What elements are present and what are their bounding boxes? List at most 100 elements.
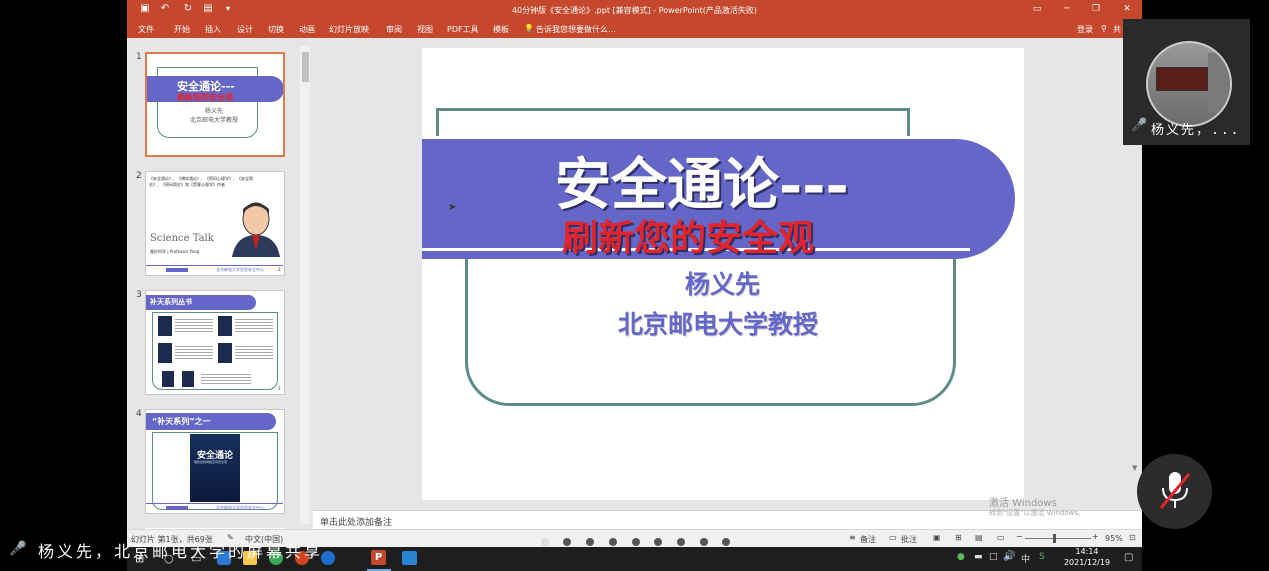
notification-icon[interactable]: ▢ <box>1124 552 1133 563</box>
powerpoint-taskbar-icon[interactable]: P <box>371 550 386 565</box>
tray-icon[interactable]: □ <box>989 552 998 562</box>
sign-in-link[interactable]: 登录 <box>1077 24 1093 35</box>
app-icon[interactable] <box>321 551 335 565</box>
tab-review[interactable]: 审阅 <box>386 24 402 35</box>
participant-name: 杨义先，... <box>1151 123 1241 138</box>
volume-icon[interactable]: 🔊 <box>1003 551 1015 562</box>
page-dot[interactable] <box>586 538 594 546</box>
tab-file[interactable]: 文件 <box>138 24 154 35</box>
slide-thumbnail-2[interactable]: 《安全通论》、《博弈通论》、《密码心理学》、《安全简史》、《密码简史》和《黑客心… <box>145 171 285 276</box>
thumb-header: 补天系列丛书 <box>150 298 192 306</box>
reading-view-icon[interactable]: ▤ <box>975 533 983 542</box>
slide-author: 杨义先 <box>685 270 761 299</box>
thumb-subtitle: 刷新您的安全观 <box>177 93 233 102</box>
thumb-page: 3 <box>278 386 281 391</box>
taskbar-date[interactable]: 2021/12/19 <box>1055 558 1119 567</box>
scrollbar-thumb[interactable] <box>302 52 309 82</box>
comments-icon: ▭ <box>889 533 897 542</box>
page-dot[interactable] <box>654 538 662 546</box>
fit-slide-icon[interactable]: ⊡ <box>1129 533 1136 542</box>
tab-insert[interactable]: 插入 <box>205 24 221 35</box>
participant-avatar <box>1146 41 1232 127</box>
thumb-footer: 北京邮电大学信息安全中心 <box>216 505 264 510</box>
tab-home[interactable]: 开始 <box>174 24 190 35</box>
share-button[interactable]: 共 <box>1113 24 1121 35</box>
taskbar-time[interactable]: 14:14 <box>1067 547 1107 556</box>
slide-sorter-icon[interactable]: ⊞ <box>955 533 962 542</box>
participant-video-tile[interactable]: 🎤 杨义先，... <box>1123 19 1250 145</box>
zoom-level[interactable]: 95% <box>1105 534 1123 543</box>
thumbnail-scrollbar[interactable] <box>300 46 310 524</box>
activation-watermark-title: 激活 Windows <box>989 498 1057 509</box>
page-dot[interactable] <box>722 538 730 546</box>
mouse-cursor-icon: ➤ <box>448 202 457 213</box>
zoom-slider[interactable] <box>1025 538 1091 539</box>
thumb-brand: Science Talk <box>150 233 214 244</box>
tab-animations[interactable]: 动画 <box>299 24 315 35</box>
slide-canvas[interactable]: 安全通论--- 刷新您的安全观 杨义先 北京邮电大学教授 ➤ <box>422 48 1024 500</box>
scroll-down-icon[interactable]: ▼ <box>1132 464 1137 472</box>
tray-icon[interactable]: S <box>1039 552 1045 562</box>
thumb-affiliation: 北京邮电大学教授 <box>190 117 239 124</box>
tell-me-search[interactable]: 告诉我您想要做什么... <box>536 24 616 35</box>
zoom-out-icon[interactable]: − <box>1016 532 1023 541</box>
slide-thumbnail-3[interactable]: 补天系列丛书 3 <box>145 290 285 395</box>
ime-icon[interactable]: 中 <box>1021 552 1030 565</box>
page-dot[interactable] <box>677 538 685 546</box>
thumb-number: 2 <box>136 171 142 181</box>
ribbon-display-icon[interactable]: ▭ <box>1030 2 1044 16</box>
page-dot-active[interactable] <box>541 538 549 546</box>
book-subtitle: 刷新您的网络空间安全观 <box>194 460 228 464</box>
wechat-tray-icon[interactable]: ● <box>957 552 965 562</box>
book-cover <box>190 434 240 502</box>
ribbon-tabs: 文件 开始 插入 设计 切换 动画 幻灯片放映 审阅 视图 PDF工具 模板 💡… <box>127 20 1142 38</box>
network-icon[interactable]: ▬ <box>974 552 983 562</box>
frame-top <box>436 108 910 136</box>
zoom-in-icon[interactable]: + <box>1092 532 1099 541</box>
page-dot[interactable] <box>700 538 708 546</box>
person-icon: ⚲ <box>1101 24 1107 33</box>
mic-muted-icon <box>1159 472 1191 509</box>
powerpoint-window: ▣ ↶ ↻ ▤ ▾ 40分钟版《安全通论》.ppt [兼容模式] - Power… <box>127 0 1142 547</box>
thumb-author: 杨义先 <box>205 108 224 115</box>
tab-view[interactable]: 视图 <box>417 24 433 35</box>
notes-toggle[interactable]: 备注 <box>860 534 876 545</box>
window-title: 40分钟版《安全通论》.ppt [兼容模式] - PowerPoint(产品激活… <box>511 6 758 15</box>
minimize-icon[interactable]: ─ <box>1060 2 1074 16</box>
tab-transitions[interactable]: 切换 <box>268 24 284 35</box>
thumb-number: 1 <box>136 52 142 62</box>
comments-toggle[interactable]: 批注 <box>901 534 917 545</box>
notes-icon: ≡ <box>849 533 856 542</box>
thumb-number: 3 <box>136 290 142 300</box>
slide-affiliation: 北京邮电大学教授 <box>618 310 819 339</box>
portrait-illustration <box>232 202 280 257</box>
tab-design[interactable]: 设计 <box>237 24 253 35</box>
normal-view-icon[interactable]: ▣ <box>933 533 941 542</box>
slide-thumbnail-pane: 1 安全通论--- 刷新您的安全观 杨义先 北京邮电大学教授 2 《安全通论》、… <box>127 38 312 532</box>
mute-toggle-button[interactable] <box>1137 454 1212 529</box>
activation-watermark-hint: 转到"设置"以激活 Windows。 <box>989 509 1085 517</box>
page-dot[interactable] <box>609 538 617 546</box>
zoom-slider-handle[interactable] <box>1053 534 1056 543</box>
thumb-caption: 美妙科学 | Professor Yang <box>150 249 200 254</box>
thumb-header: “补天系列”之一 <box>152 417 211 426</box>
tab-pdf-tools[interactable]: PDF工具 <box>447 24 479 35</box>
tab-slideshow[interactable]: 幻灯片放映 <box>329 24 369 35</box>
slideshow-icon[interactable]: ▭ <box>997 533 1005 542</box>
app-icon[interactable] <box>402 551 417 565</box>
close-icon[interactable]: ✕ <box>1120 2 1134 16</box>
maximize-icon[interactable]: ❐ <box>1089 2 1103 16</box>
notes-placeholder: 单击此处添加备注 <box>320 518 393 528</box>
mic-icon: 🎤 <box>9 541 27 557</box>
thumb-number: 4 <box>136 409 142 419</box>
mic-icon: 🎤 <box>1131 118 1148 133</box>
slide-subtitle: 刷新您的安全观 <box>562 217 815 259</box>
tab-templates[interactable]: 模板 <box>493 24 509 35</box>
thumb-page: 2 <box>278 267 281 272</box>
page-dot[interactable] <box>632 538 640 546</box>
title-bar: ▣ ↶ ↻ ▤ ▾ 40分钟版《安全通论》.ppt [兼容模式] - Power… <box>127 0 1142 20</box>
thumb-header: 《安全通论》、《博弈通论》、《密码心理学》、《安全简史》、《密码简史》和《黑客心… <box>149 176 253 187</box>
page-dot[interactable] <box>563 538 571 546</box>
slide-thumbnail-1[interactable]: 安全通论--- 刷新您的安全观 杨义先 北京邮电大学教授 <box>145 52 285 157</box>
slide-thumbnail-4[interactable]: “补天系列”之一 安全通论 刷新您的网络空间安全观 北京邮电大学信息安全中心 <box>145 409 285 514</box>
